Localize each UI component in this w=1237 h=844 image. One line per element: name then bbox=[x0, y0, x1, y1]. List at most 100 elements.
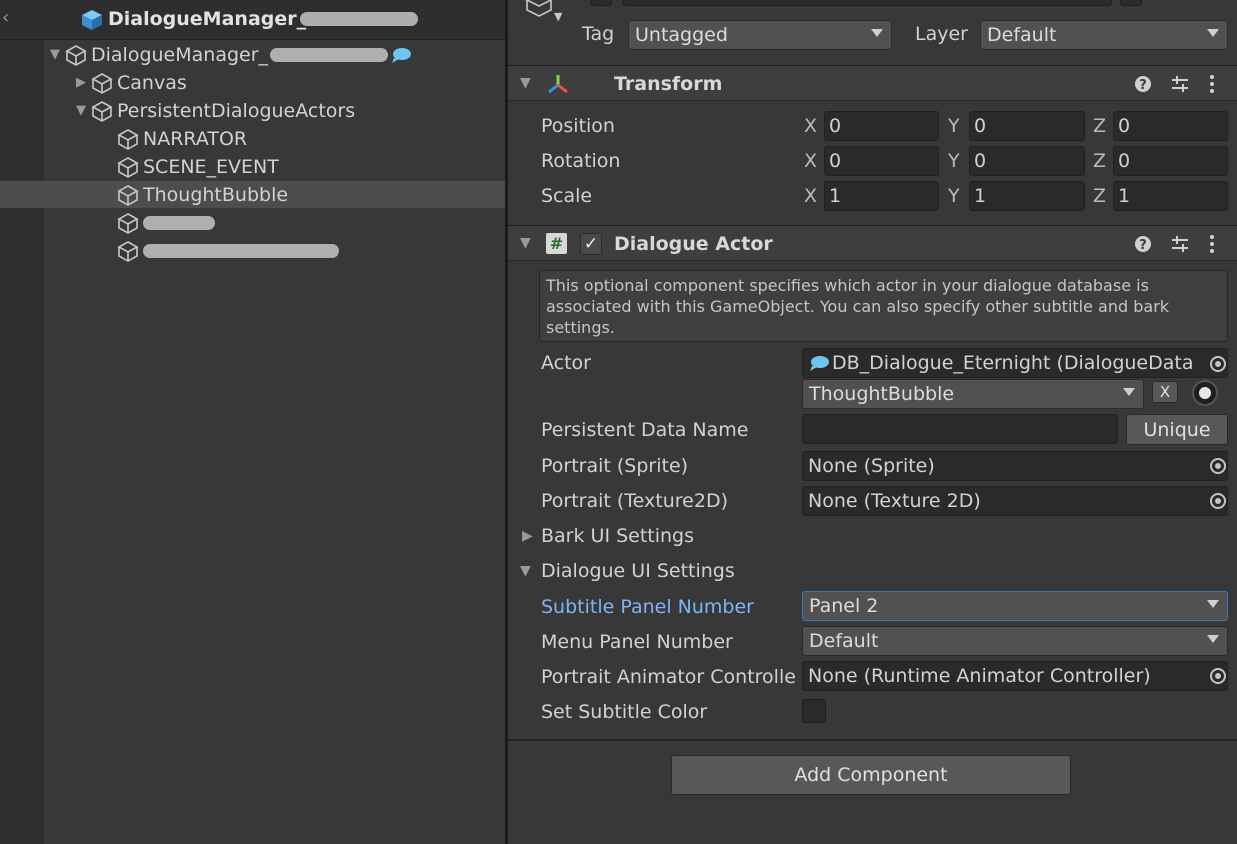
scale-x-field[interactable]: 1 bbox=[824, 181, 939, 211]
help-icon[interactable]: ? bbox=[1134, 235, 1152, 253]
portrait-texture-field[interactable]: None (Texture 2D) bbox=[802, 486, 1228, 516]
gameobject-cube-icon bbox=[65, 44, 87, 66]
fold-arrow-icon[interactable]: ▼ bbox=[520, 75, 531, 91]
hierarchy-item-thoughtbubble[interactable]: ThoughtBubble bbox=[0, 181, 505, 208]
position-x-field[interactable]: 0 bbox=[824, 111, 939, 141]
actor-database-field[interactable]: DB_Dialogue_Eternight (DialogueData bbox=[802, 348, 1228, 378]
chevron-down-icon bbox=[871, 29, 883, 37]
bark-ui-settings-foldout[interactable]: Bark UI Settings bbox=[541, 525, 694, 547]
layer-label: Layer bbox=[915, 23, 968, 45]
preset-sliders-icon[interactable] bbox=[1170, 235, 1190, 253]
gameobject-cube-icon bbox=[117, 156, 139, 178]
gameobject-cube-icon bbox=[117, 212, 139, 234]
scale-label: Scale bbox=[541, 185, 593, 207]
hierarchy-item-label: SCENE_EVENT bbox=[143, 155, 279, 178]
collapse-arrow-icon[interactable]: ‹ bbox=[2, 7, 9, 28]
portrait-sprite-field[interactable]: None (Sprite) bbox=[802, 451, 1228, 481]
actor-dropdown[interactable]: ThoughtBubble bbox=[802, 379, 1144, 409]
dialogue-actor-header[interactable]: ▼ # ✓ Dialogue Actor ? bbox=[508, 225, 1237, 261]
svg-text:?: ? bbox=[1139, 78, 1147, 93]
object-picker-icon[interactable] bbox=[1210, 668, 1226, 684]
hierarchy-item-label: ThoughtBubble bbox=[143, 183, 289, 206]
hierarchy-item-label: Canvas bbox=[117, 71, 187, 94]
dialogue-actor-title: Dialogue Actor bbox=[614, 233, 773, 255]
fold-arrow-icon[interactable]: ▼ bbox=[520, 563, 531, 579]
svg-text:?: ? bbox=[1139, 238, 1147, 253]
subtitle-panel-number-dropdown[interactable]: Panel 2 bbox=[802, 591, 1228, 621]
radio-dot-icon bbox=[1199, 387, 1211, 399]
gameobject-name-field[interactable] bbox=[622, 0, 1112, 6]
gameobject-cube-icon bbox=[117, 128, 139, 150]
persistent-data-name-field[interactable] bbox=[802, 414, 1118, 444]
portrait-texture-label: Portrait (Texture2D) bbox=[541, 490, 728, 512]
object-picker-icon[interactable] bbox=[1210, 458, 1226, 474]
redacted-text bbox=[143, 215, 215, 230]
inspector-panel: ▼ Tag Untagged Layer Default ▼ Transform… bbox=[508, 0, 1237, 844]
object-picker-icon[interactable] bbox=[1210, 493, 1226, 509]
object-picker-icon[interactable] bbox=[1210, 356, 1226, 372]
axis-x-label[interactable]: X bbox=[804, 115, 817, 137]
chevron-down-icon bbox=[1207, 29, 1219, 37]
rotation-z-field[interactable]: 0 bbox=[1113, 146, 1228, 176]
axis-x-label[interactable]: X bbox=[804, 150, 817, 172]
hierarchy-item-redacted-1[interactable] bbox=[116, 209, 215, 236]
axis-z-label[interactable]: Z bbox=[1093, 150, 1106, 172]
scale-z-field[interactable]: 1 bbox=[1113, 181, 1228, 211]
expand-arrow-icon[interactable]: ▶ bbox=[72, 69, 90, 96]
hierarchy-item-scene-event[interactable]: SCENE_EVENT bbox=[116, 153, 279, 180]
portrait-animator-field[interactable]: None (Runtime Animator Controller) bbox=[802, 661, 1228, 691]
component-enabled-checkbox[interactable]: ✓ bbox=[580, 233, 602, 255]
more-menu-icon[interactable] bbox=[1208, 234, 1216, 254]
expand-arrow-icon[interactable]: ▼ bbox=[72, 97, 90, 124]
radio-button[interactable] bbox=[1192, 380, 1218, 406]
chevron-down-icon bbox=[1207, 600, 1219, 608]
tag-dropdown[interactable]: Untagged bbox=[628, 20, 892, 50]
axis-y-label[interactable]: Y bbox=[948, 115, 960, 137]
more-menu-icon[interactable] bbox=[1208, 74, 1216, 94]
fold-arrow-icon[interactable]: ▼ bbox=[520, 235, 531, 251]
actor-label: Actor bbox=[541, 352, 591, 374]
help-icon[interactable]: ? bbox=[1134, 75, 1152, 93]
hierarchy-item-persistentdialogueactors[interactable]: ▼ PersistentDialogueActors bbox=[72, 97, 355, 124]
axis-y-label[interactable]: Y bbox=[948, 185, 960, 207]
rotation-y-field[interactable]: 0 bbox=[969, 146, 1085, 176]
portrait-animator-label: Portrait Animator Controlle bbox=[541, 666, 796, 688]
hierarchy-item-label: PersistentDialogueActors bbox=[117, 99, 356, 122]
hierarchy-gutter bbox=[0, 40, 44, 844]
preset-sliders-icon[interactable] bbox=[1170, 75, 1190, 93]
unique-button[interactable]: Unique bbox=[1126, 414, 1228, 445]
expand-arrow-icon[interactable]: ▼ bbox=[46, 41, 64, 68]
clear-actor-button[interactable]: X bbox=[1152, 381, 1178, 403]
static-toggle[interactable] bbox=[1120, 0, 1142, 6]
transform-header[interactable]: ▼ Transform ? bbox=[508, 65, 1237, 101]
position-z-field[interactable]: 0 bbox=[1113, 111, 1228, 141]
gameobject-cube-icon bbox=[117, 184, 139, 206]
scene-name: DialogueManager_ bbox=[108, 8, 307, 30]
hierarchy-item-dialoguemanager[interactable]: ▼ DialogueManager_ bbox=[46, 41, 412, 68]
axis-z-label[interactable]: Z bbox=[1093, 115, 1106, 137]
fold-arrow-icon[interactable]: ▶ bbox=[522, 528, 533, 544]
hierarchy-item-canvas[interactable]: ▶ Canvas bbox=[72, 69, 187, 96]
axis-y-label[interactable]: Y bbox=[948, 150, 960, 172]
layer-dropdown[interactable]: Default bbox=[980, 20, 1228, 50]
active-toggle[interactable] bbox=[590, 0, 612, 6]
portrait-animator-value: None (Runtime Animator Controller) bbox=[808, 665, 1151, 687]
help-box: This optional component specifies which … bbox=[539, 270, 1228, 342]
position-y-field[interactable]: 0 bbox=[969, 111, 1085, 141]
add-component-button[interactable]: Add Component bbox=[671, 755, 1071, 795]
hierarchy-scene-row[interactable]: ‹ DialogueManager_ bbox=[0, 0, 505, 40]
icon-dropdown-arrow-icon[interactable]: ▼ bbox=[554, 10, 562, 23]
dialogue-ui-settings-foldout[interactable]: Dialogue UI Settings bbox=[541, 560, 735, 582]
menu-panel-number-dropdown[interactable]: Default bbox=[802, 626, 1228, 656]
axis-x-label[interactable]: X bbox=[804, 185, 817, 207]
chevron-down-icon bbox=[1123, 388, 1135, 396]
scale-y-field[interactable]: 1 bbox=[969, 181, 1085, 211]
rotation-x-field[interactable]: 0 bbox=[824, 146, 939, 176]
hierarchy-item-redacted-2[interactable] bbox=[116, 237, 339, 264]
set-subtitle-color-checkbox[interactable] bbox=[802, 699, 826, 723]
hierarchy-item-narrator[interactable]: NARRATOR bbox=[116, 125, 247, 152]
axis-z-label[interactable]: Z bbox=[1093, 185, 1106, 207]
portrait-sprite-value: None (Sprite) bbox=[808, 455, 935, 477]
position-label: Position bbox=[541, 115, 615, 137]
portrait-texture-value: None (Texture 2D) bbox=[808, 490, 981, 512]
